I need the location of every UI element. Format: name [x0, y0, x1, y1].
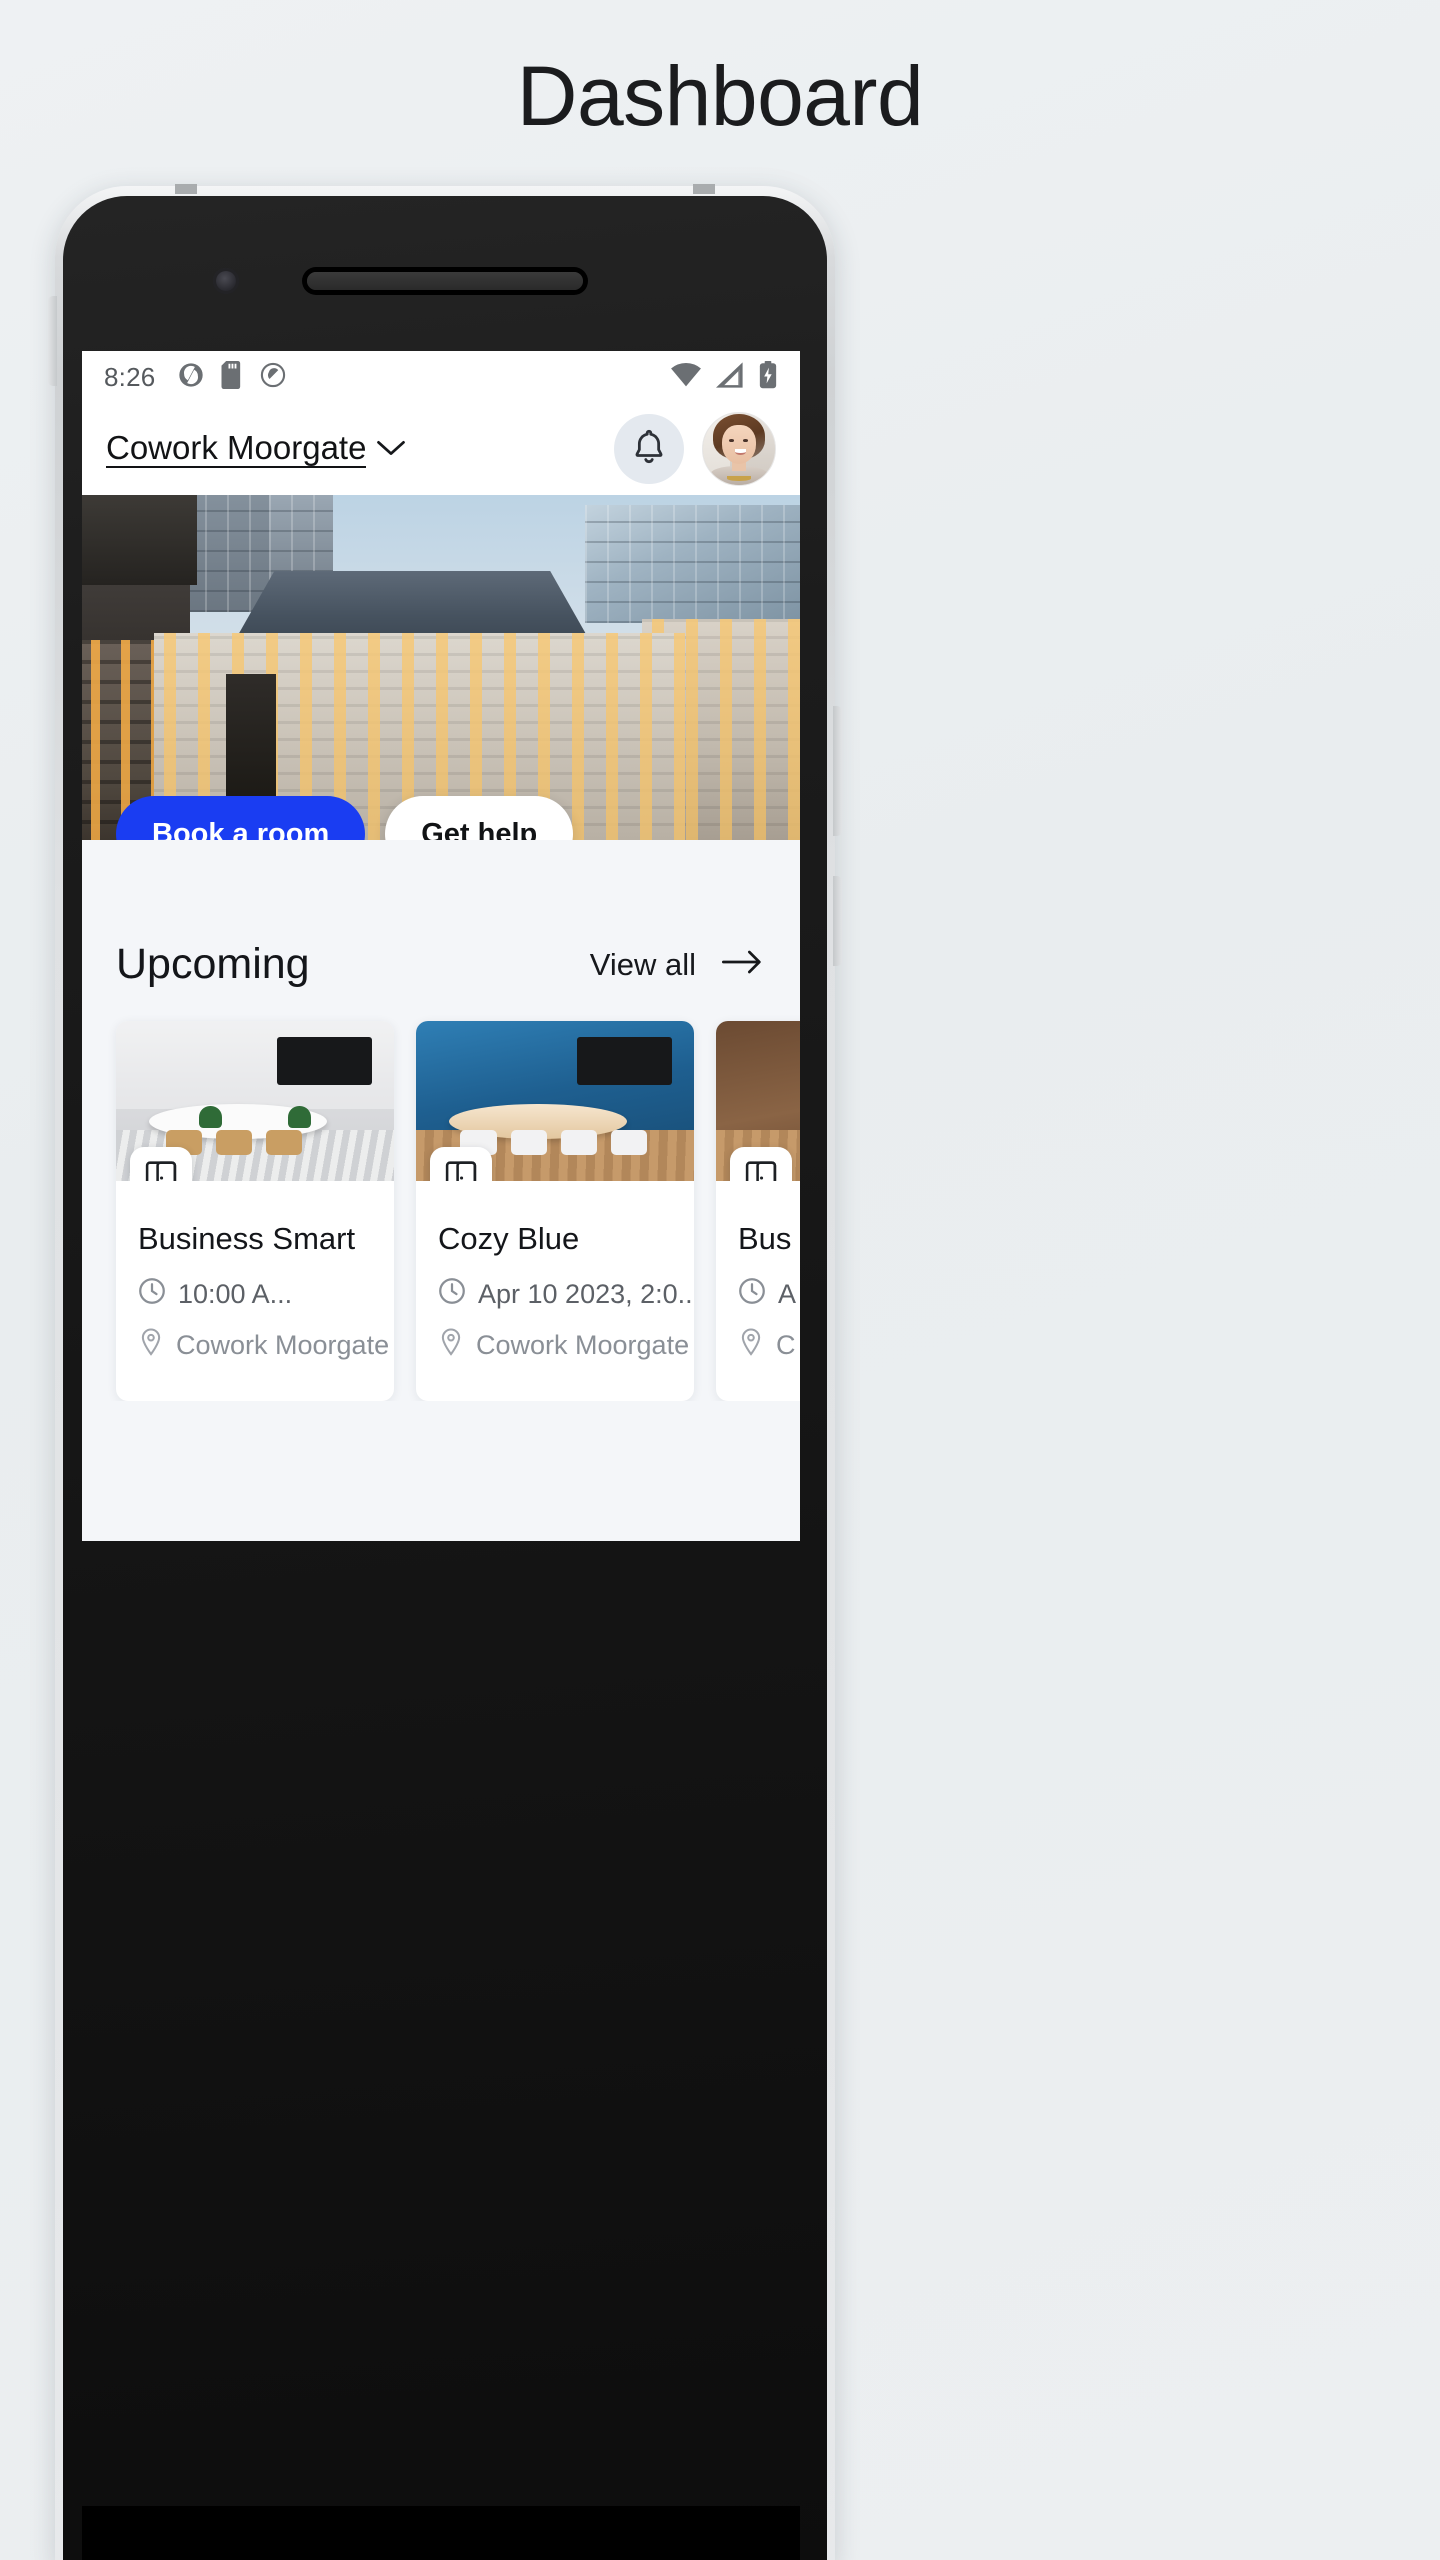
- card-time: 10:00 A...: [138, 1277, 372, 1312]
- battery-charging-icon: [758, 360, 778, 394]
- bell-icon: [631, 428, 667, 471]
- wifi-icon: [670, 362, 702, 393]
- status-bar: 8:26: [82, 351, 800, 403]
- sync-circle-icon: [259, 361, 287, 394]
- card-location-text: Cowork Moorgate: [476, 1330, 690, 1360]
- notifications-button[interactable]: [614, 414, 684, 484]
- card-location: Cowork Moorgate: [138, 1328, 389, 1363]
- volume-button[interactable]: [48, 296, 57, 386]
- status-bar-clock: 8:26: [104, 361, 156, 392]
- device-antenna-nub-right: [693, 184, 715, 194]
- list-item[interactable]: Bus A C: [716, 1021, 800, 1401]
- card-image: [116, 1021, 394, 1181]
- arrow-right-icon[interactable]: [722, 949, 762, 980]
- page-title: Dashboard: [516, 49, 924, 143]
- sd-card-icon: [220, 360, 244, 394]
- card-image: [416, 1021, 694, 1181]
- app-glyph-icon: [177, 361, 205, 394]
- door-icon: [130, 1147, 192, 1181]
- clock-icon: [738, 1277, 766, 1312]
- power-button[interactable]: [833, 706, 842, 836]
- map-pin-icon: [138, 1328, 164, 1363]
- chevron-down-icon: [376, 439, 406, 462]
- status-bar-notification-icons: [177, 360, 287, 394]
- gesture-navigation-bar: [82, 2506, 800, 2560]
- clock-icon: [138, 1277, 166, 1312]
- card-location-text: C: [776, 1330, 796, 1360]
- phone-screen: 8:26 Cowork Moorgate Book a room Get hel…: [82, 351, 800, 1541]
- card-image: [716, 1021, 800, 1181]
- location-selector[interactable]: Cowork Moorgate: [106, 429, 406, 469]
- map-pin-icon: [738, 1328, 764, 1363]
- upcoming-cards-carousel[interactable]: Business Smart 10:00 A... Cowork Moorgat…: [82, 989, 800, 1401]
- upcoming-section-header: Upcoming View all: [82, 902, 800, 989]
- clock-icon: [438, 1277, 466, 1312]
- card-time-text: 10:00 A...: [178, 1279, 293, 1309]
- front-camera-icon: [213, 268, 239, 294]
- card-title: Bus: [738, 1221, 792, 1256]
- dashboard-content: Upcoming View all Business Smart 10:00 A…: [82, 840, 800, 1541]
- earpiece-speaker: [307, 272, 583, 290]
- hero-action-buttons: Book a room Get help: [116, 796, 574, 840]
- section-title-upcoming: Upcoming: [116, 940, 310, 988]
- card-time: A: [738, 1277, 800, 1312]
- map-pin-icon: [438, 1328, 464, 1363]
- card-title: Cozy Blue: [438, 1221, 580, 1256]
- secondary-side-button[interactable]: [833, 876, 842, 966]
- view-all-link[interactable]: View all: [590, 947, 696, 983]
- hero-image: Book a room Get help: [82, 495, 800, 840]
- book-a-room-button[interactable]: Book a room: [116, 796, 366, 840]
- list-item[interactable]: Business Smart 10:00 A... Cowork Moorgat…: [116, 1021, 394, 1401]
- phone-device-mockup: 8:26 Cowork Moorgate Book a room Get hel…: [48, 184, 842, 2560]
- card-title: Business Smart: [138, 1221, 356, 1256]
- cellular-signal-icon: [716, 361, 744, 393]
- get-help-button[interactable]: Get help: [385, 796, 574, 840]
- app-header: Cowork Moorgate: [82, 403, 800, 495]
- door-icon: [730, 1147, 792, 1181]
- avatar[interactable]: [702, 412, 776, 486]
- location-name: Cowork Moorgate: [106, 429, 367, 469]
- card-location: C: [738, 1328, 800, 1363]
- card-time: Apr 10 2023, 2:0...: [438, 1277, 694, 1312]
- door-icon: [430, 1147, 492, 1181]
- list-item[interactable]: Cozy Blue Apr 10 2023, 2:0... Cowork Moo…: [416, 1021, 694, 1401]
- card-time-text: A: [778, 1279, 797, 1309]
- device-antenna-nub-left: [175, 184, 197, 194]
- card-location: Cowork Moorgate: [438, 1328, 689, 1363]
- status-bar-system-icons: [670, 360, 778, 394]
- card-location-text: Cowork Moorgate: [176, 1330, 390, 1360]
- card-time-text: Apr 10 2023, 2:0...: [478, 1279, 694, 1309]
